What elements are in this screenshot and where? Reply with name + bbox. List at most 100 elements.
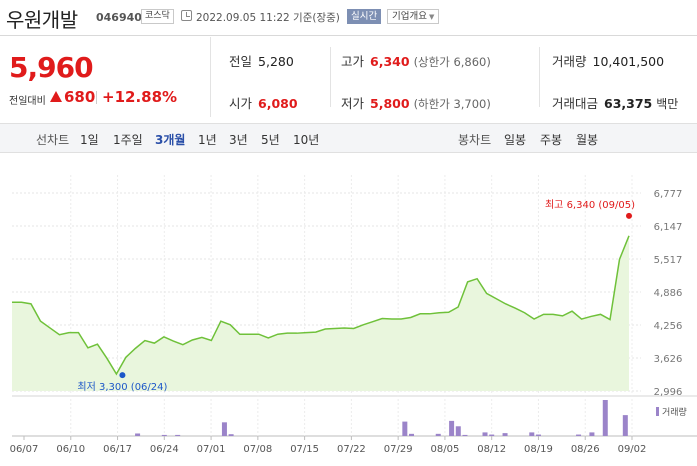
low-marker [119,372,126,379]
clock-icon [181,10,192,21]
stats-panel: 전일 5,280 고가 6,340 (상한가 6,860) 거래량 10,401,500… [212,37,697,117]
stat-trade-value: 거래대금 63,375 백만 [552,93,678,112]
stat-label: 거래량 [552,54,587,69]
stat-open: 시가 6,080 [229,93,298,112]
stock-header: 우원개발 046940 코스닥 2022.09.05 11:22 기준(장중) … [0,0,697,36]
current-price: 5,960 [9,51,94,84]
candle-monthly[interactable]: 월봉 [576,131,598,148]
volume-bar [622,415,628,436]
period-selector: 선차트 1일 1주일 3개월 1년 3년 5년 10년 봉차트 일봉 주봉 월봉 [0,123,697,153]
caret-down-icon: ▼ [428,13,435,21]
volume-bar [589,432,595,436]
x-tick-label: 08/26 [571,444,600,455]
y-tick-label: 4,886 [654,288,683,299]
volume-bar [502,433,508,436]
stat-value: 10,401,500 [592,54,665,69]
change-label: 전일대비 [9,96,46,107]
y-tick-label: 6,777 [654,189,683,200]
y-tick-label: 3,626 [654,354,683,365]
divider [96,91,97,104]
x-tick-label: 06/24 [150,444,179,455]
divider [330,47,331,107]
company-info-button[interactable]: 기업개요 ▼ [387,9,440,24]
x-tick-label: 08/12 [477,444,506,455]
stock-name: 우원개발 [6,8,78,32]
period-5y[interactable]: 5년 [261,131,280,148]
period-1d[interactable]: 1일 [80,131,99,148]
x-tick-label: 07/08 [243,444,272,455]
stat-value: 6,080 [258,96,298,111]
period-1w[interactable]: 1주일 [113,131,143,148]
stat-high: 고가 6,340 (상한가 6,860) [341,51,491,70]
volume-bar [455,426,461,436]
volume-bar [228,434,234,436]
chart-svg: 6,777 6,147 5,517 4,886 4,256 3,626 2,996 06/07… [10,175,697,455]
x-tick-label: 07/15 [290,444,319,455]
x-tick-label: 06/17 [103,444,132,455]
stock-code: 046940 [96,11,142,24]
volume-bar [402,421,408,436]
volume-legend-swatch [656,407,659,416]
volume-bar [435,433,441,436]
stat-label: 전일 [229,54,253,69]
y-tick-label: 6,147 [654,222,683,233]
volume-bar [409,433,415,436]
x-tick-label: 08/05 [431,444,460,455]
volume-bar [489,434,495,436]
realtime-button[interactable]: 실시간 [347,9,382,24]
x-tick-label: 09/02 [618,444,647,455]
stat-volume: 거래량 10,401,500 [552,51,664,70]
volume-bar [482,432,488,436]
change-value: 680 [64,88,96,106]
stat-low: 저가 5,800 (하한가 3,700) [341,93,491,112]
period-3y[interactable]: 3년 [229,131,248,148]
stat-prev-close: 전일 5,280 [229,51,294,70]
x-tick-label: 07/22 [337,444,366,455]
divider [539,47,540,107]
candle-weekly[interactable]: 주봉 [540,131,562,148]
stat-value: 5,800 [370,96,410,111]
volume-bar [535,434,541,436]
period-3m[interactable]: 3개월 [155,131,185,148]
period-1y[interactable]: 1년 [198,131,217,148]
stat-label: 고가 [341,54,365,69]
stat-value: 63,375 [604,96,653,111]
y-tick-label: 4,256 [654,321,683,332]
volume-bar [135,433,141,436]
stat-sub: (하한가 3,700) [413,97,491,111]
stat-label: 저가 [341,96,365,111]
line-chart-label: 선차트 [36,133,70,147]
high-annotation: 최고 6,340 (09/05) [545,199,635,211]
price-panel: 5,960 전일대비 680 +12.88% [0,37,211,117]
volume-legend-label: 거래량 [662,406,687,418]
x-tick-label: 08/19 [524,444,553,455]
stat-unit: 백만 [656,97,679,111]
stat-value: 5,280 [258,54,294,69]
x-tick-label: 06/10 [56,444,85,455]
price-chart: 6,777 6,147 5,517 4,886 4,256 3,626 2,996 06/07… [0,155,697,466]
volume-bar [175,434,181,436]
x-tick-label: 06/07 [10,444,39,455]
volume-bar [529,432,535,436]
volume-bar [221,422,227,436]
high-marker [626,212,632,219]
company-info-label: 기업개요 [392,11,427,22]
change-percent: +12.88% [102,88,178,106]
stat-label: 시가 [229,96,253,111]
candle-daily[interactable]: 일봉 [504,131,526,148]
volume-bar [602,400,608,436]
low-annotation: 최저 3,300 (06/24) [77,381,167,393]
candle-chart-label: 봉차트 [458,133,492,147]
stat-sub: (상한가 6,860) [413,55,491,69]
up-triangle-icon [50,91,62,102]
timestamp: 2022.09.05 11:22 기준(장중) [196,12,340,24]
volume-bar [462,434,468,436]
y-tick-label: 5,517 [654,255,683,266]
volume-bar [161,434,167,436]
period-10y[interactable]: 10년 [293,131,319,148]
market-badge: 코스닥 [141,9,174,24]
stat-value: 6,340 [370,54,410,69]
x-tick-label: 07/29 [384,444,413,455]
stat-label: 거래대금 [552,96,599,111]
volume-bar [449,420,455,436]
